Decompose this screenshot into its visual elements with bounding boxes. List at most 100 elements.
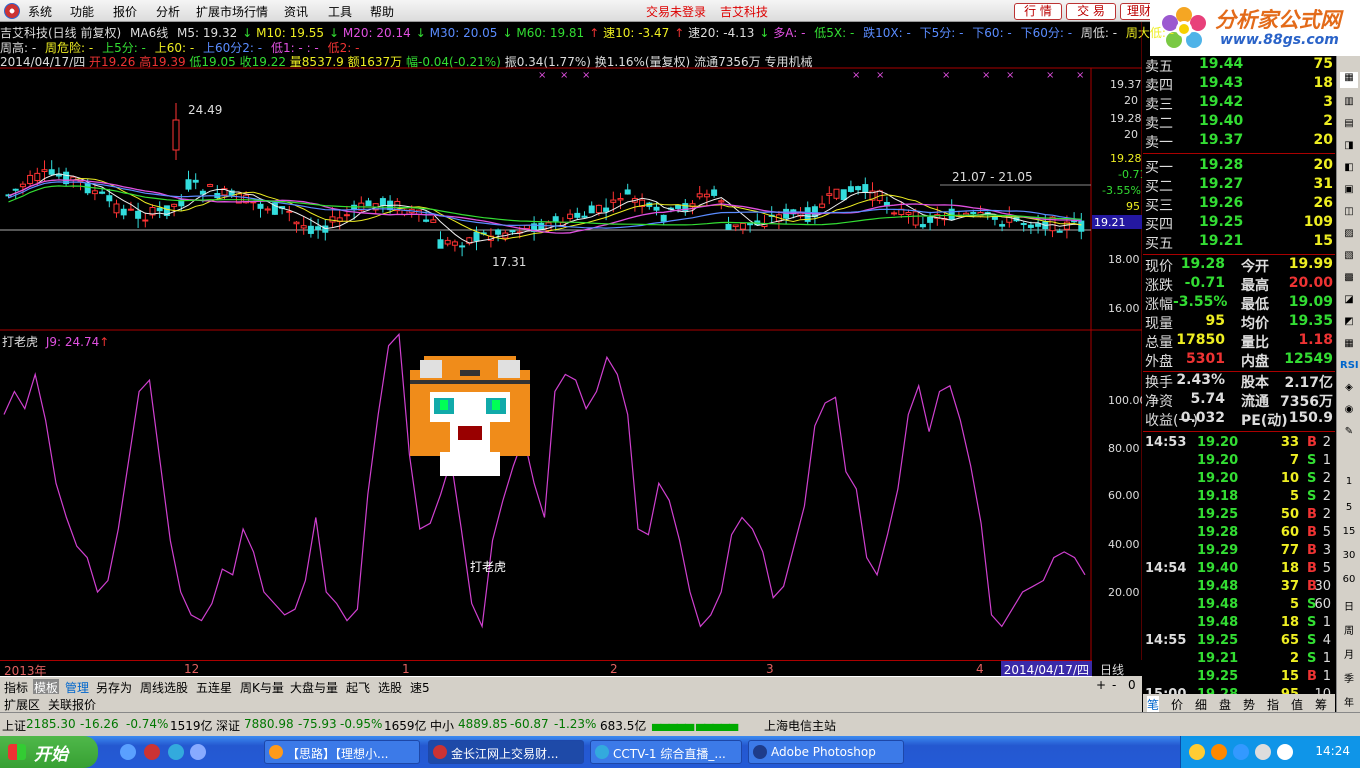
tick-row[interactable]: 14:54 19.40 18 B 5 (1143, 561, 1335, 579)
side-number[interactable]: 季 (1340, 670, 1358, 686)
candle-body[interactable] (732, 224, 739, 228)
candle-body[interactable] (293, 221, 300, 225)
candle-body[interactable] (912, 211, 919, 226)
tick-row[interactable]: 14:55 19.25 65 S 4 (1143, 633, 1335, 651)
candle-body[interactable] (365, 200, 372, 207)
zoom-in-button[interactable]: + (1096, 678, 1106, 692)
candle-body[interactable] (307, 225, 314, 234)
tab-detail[interactable]: 细 (1195, 696, 1207, 713)
tick-row[interactable]: 14:53 19.20 33 B 2 (1143, 435, 1335, 453)
tool-icon[interactable]: ◫ (1340, 206, 1358, 222)
candle-body[interactable] (27, 174, 34, 185)
tool-icon[interactable]: ◪ (1340, 294, 1358, 310)
candle-body[interactable] (1020, 223, 1027, 226)
candle-body[interactable] (1056, 230, 1063, 233)
candle-body[interactable] (588, 205, 595, 214)
tab-value[interactable]: 值 (1291, 696, 1303, 713)
candle-body[interactable] (185, 179, 192, 190)
candle-body[interactable] (523, 224, 530, 230)
buy-row[interactable]: 买四 19.25 109 (1143, 214, 1335, 233)
candle-body[interactable] (552, 216, 559, 222)
sell-row[interactable]: 卖二 19.40 2 (1143, 113, 1335, 132)
tray-icon[interactable] (1211, 744, 1227, 760)
tool-icon[interactable]: ▦ (1340, 72, 1358, 88)
candle-body[interactable] (1078, 220, 1085, 232)
candle-body[interactable] (855, 186, 862, 191)
ie-icon[interactable] (168, 744, 184, 760)
tab-trades[interactable]: 笔 (1147, 696, 1160, 713)
candle-body[interactable] (172, 119, 180, 151)
candle-body[interactable] (379, 198, 386, 206)
tab-related-quote[interactable]: 关联报价 (48, 696, 96, 713)
tick-row[interactable]: 19.20 7 S 1 (1143, 453, 1335, 471)
tool-icon[interactable]: ▨ (1340, 228, 1358, 244)
candle-body[interactable] (574, 212, 581, 218)
candle-body[interactable] (171, 203, 178, 207)
tick-row[interactable]: 19.48 37 B 30 (1143, 579, 1335, 597)
tick-row[interactable]: 19.25 15 B 1 (1143, 669, 1335, 687)
candle-body[interactable] (286, 210, 293, 213)
candle-body[interactable] (12, 188, 19, 191)
candle-body[interactable] (19, 183, 26, 188)
candle-body[interactable] (192, 179, 199, 183)
tick-row[interactable]: 19.28 60 B 5 (1143, 525, 1335, 543)
taskbar-item[interactable]: CCTV-1 综合直播_... (590, 740, 742, 764)
server-station[interactable]: 上海电信主站 (764, 717, 836, 734)
tick-row[interactable]: 19.18 5 S 2 (1143, 489, 1335, 507)
tick-row[interactable]: 19.20 10 S 2 (1143, 471, 1335, 489)
candle-body[interactable] (970, 211, 977, 214)
kline-chart[interactable]: 19.37 20 19.28 20 19.28 -0.71 -3.55% 95 … (0, 0, 1142, 660)
side-number[interactable]: 年 (1340, 694, 1358, 710)
tray-icon[interactable] (1255, 744, 1271, 760)
tool-icon[interactable]: ◈ (1340, 382, 1358, 398)
candle-body[interactable] (610, 199, 617, 203)
candle-body[interactable] (257, 203, 264, 209)
candle-body[interactable] (156, 207, 163, 212)
candle-body[interactable] (840, 189, 847, 201)
candle-body[interactable] (48, 169, 55, 175)
tool-icon[interactable]: ◩ (1340, 316, 1358, 332)
tool-icon[interactable]: ▤ (1340, 118, 1358, 134)
side-number[interactable]: 15 (1340, 526, 1358, 542)
candle-body[interactable] (826, 193, 833, 196)
candle-body[interactable] (624, 189, 631, 195)
tab-price[interactable]: 价 (1171, 696, 1183, 713)
zoom-out-button[interactable]: - (1112, 678, 1116, 692)
candle-body[interactable] (84, 183, 91, 194)
tab-chips[interactable]: 筹 (1315, 696, 1327, 713)
candle-body[interactable] (495, 229, 502, 235)
tool-icon[interactable]: ◨ (1340, 140, 1358, 156)
buy-row[interactable]: 买二 19.27 31 (1143, 176, 1335, 195)
sell-row[interactable]: 卖一 19.37 20 (1143, 132, 1335, 151)
taskbar-item[interactable]: 金长江网上交易财... (428, 740, 584, 764)
candle-body[interactable] (833, 188, 840, 199)
candle-body[interactable] (819, 203, 826, 208)
buy-row[interactable]: 买五 19.21 15 (1143, 233, 1335, 252)
candle-body[interactable] (459, 245, 466, 248)
zoom-reset-button[interactable]: 0 (1128, 678, 1136, 692)
tool-icon[interactable]: ▩ (1340, 272, 1358, 288)
candle-body[interactable] (905, 212, 912, 215)
buy-row[interactable]: 买三 19.26 26 (1143, 195, 1335, 214)
start-button[interactable]: 开始 (0, 736, 98, 768)
candle-body[interactable] (660, 214, 667, 222)
tick-row[interactable]: 19.21 2 S 1 (1143, 651, 1335, 669)
candle-body[interactable] (862, 184, 869, 193)
quicklaunch-icon[interactable] (144, 744, 160, 760)
candle-body[interactable] (696, 193, 703, 198)
candle-body[interactable] (891, 212, 898, 215)
tool-icon[interactable]: ▧ (1340, 250, 1358, 266)
candle-body[interactable] (343, 214, 350, 217)
sell-row[interactable]: 卖五 19.44 75 (1143, 56, 1335, 75)
side-number[interactable]: 1 (1340, 476, 1358, 492)
candle-body[interactable] (703, 193, 710, 198)
tick-row[interactable]: 19.29 77 B 3 (1143, 543, 1335, 561)
tool-icon[interactable]: ▥ (1340, 96, 1358, 112)
candle-body[interactable] (41, 169, 48, 172)
candle-body[interactable] (437, 239, 444, 249)
tick-row[interactable]: 19.25 50 B 2 (1143, 507, 1335, 525)
tick-row[interactable]: 19.48 18 S 1 (1143, 615, 1335, 633)
candle-body[interactable] (142, 219, 149, 222)
candle-body[interactable] (595, 204, 602, 214)
candle-body[interactable] (847, 186, 854, 192)
